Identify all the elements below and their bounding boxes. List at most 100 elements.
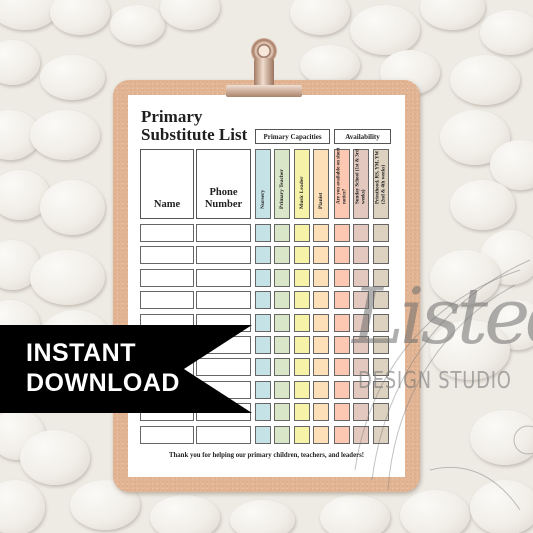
column-header-label: Music Leader [299,176,305,209]
checkbox-cell[interactable] [334,425,350,444]
checkbox-cell[interactable] [334,380,350,399]
checkbox-cell[interactable] [294,380,310,399]
checkbox-cell[interactable] [373,313,389,332]
checkbox-cell[interactable] [353,403,369,422]
pebble [450,180,515,230]
checkbox-cell[interactable] [353,268,369,287]
checkbox-cell[interactable] [274,313,290,332]
checkbox-cell[interactable] [373,224,389,242]
checkbox-cell[interactable] [294,403,310,422]
column-header-label: Nursery [260,189,266,209]
checkbox-cell[interactable] [334,268,350,287]
checkbox-cell[interactable] [373,246,389,265]
checkbox-cell[interactable] [255,246,271,265]
checkbox-cell[interactable] [255,268,271,287]
pebble [430,320,510,380]
checkbox-cell[interactable] [334,291,350,310]
checkbox-cell[interactable] [353,380,369,399]
checkbox-cell[interactable] [274,246,290,265]
checkbox-cell[interactable] [353,313,369,332]
checkbox-cell[interactable] [334,358,350,377]
column-header-label: Primary Teacher [279,169,285,209]
phone-input-cell[interactable] [196,224,251,242]
phone-input-cell[interactable] [196,425,251,444]
checkbox-cell[interactable] [255,336,271,354]
checkbox-cell[interactable] [334,336,350,354]
checkbox-cell[interactable] [313,336,329,354]
checkbox-cell[interactable] [373,425,389,444]
name-input-cell[interactable] [140,268,194,287]
checkbox-cell[interactable] [334,313,350,332]
checkbox-cell[interactable] [353,336,369,354]
checkbox-cell[interactable] [334,246,350,265]
checkbox-cell[interactable] [294,268,310,287]
checkbox-cell[interactable] [294,313,310,332]
checkbox-cell[interactable] [353,291,369,310]
name-input-cell[interactable] [140,246,194,265]
checkbox-cell[interactable] [373,358,389,377]
checkbox-cell[interactable] [353,224,369,242]
checkbox-cell[interactable] [313,268,329,287]
checkbox-cell[interactable] [255,224,271,242]
checkbox-cell[interactable] [294,224,310,242]
checkbox-cell[interactable] [274,336,290,354]
checkbox-cell[interactable] [313,380,329,399]
checkbox-cell[interactable] [353,246,369,265]
checkbox-cell[interactable] [274,268,290,287]
checkbox-cell[interactable] [373,291,389,310]
checkbox-cell[interactable] [294,291,310,310]
checkbox-cell[interactable] [353,425,369,444]
name-input-cell[interactable] [140,224,194,242]
phone-header-line-2: Number [204,199,243,210]
checkbox-cell[interactable] [334,403,350,422]
checkbox-cell[interactable] [373,336,389,354]
checkbox-cell[interactable] [373,403,389,422]
checkbox-cell[interactable] [274,224,290,242]
checkbox-cell[interactable] [294,425,310,444]
checkbox-cell[interactable] [294,336,310,354]
checkbox-cell[interactable] [255,291,271,310]
pebble [0,480,45,533]
checkbox-cell[interactable] [294,246,310,265]
checkbox-cell[interactable] [313,358,329,377]
checkbox-cell[interactable] [373,268,389,287]
checkbox-cell[interactable] [313,291,329,310]
pebble [470,480,533,533]
column-header-label: Pianist [318,192,324,209]
checkbox-cell[interactable] [255,425,271,444]
column-header: Pianist [313,149,329,219]
checkbox-cell[interactable] [255,313,271,332]
checkbox-cell[interactable] [294,358,310,377]
checkbox-cell[interactable] [313,313,329,332]
footer-note: Thank you for helping our primary childr… [168,452,365,459]
checkbox-cell[interactable] [313,403,329,422]
checkbox-cell[interactable] [313,246,329,265]
checkbox-cell[interactable] [274,358,290,377]
phone-input-cell[interactable] [196,246,251,265]
checkbox-cell[interactable] [373,380,389,399]
phone-input-cell[interactable] [196,268,251,287]
name-input-cell[interactable] [140,425,194,444]
checkbox-cell[interactable] [255,358,271,377]
phone-input-cell[interactable] [196,291,251,310]
pebble [150,495,220,533]
checkbox-cell[interactable] [313,224,329,242]
pebble [20,430,90,485]
phone-header: Phone Number [196,149,251,219]
name-input-cell[interactable] [140,291,194,310]
pebble [430,250,500,305]
pebble [320,495,390,533]
checkbox-cell[interactable] [334,224,350,242]
checkbox-cell[interactable] [274,425,290,444]
checkbox-cell[interactable] [274,380,290,399]
checkbox-cell[interactable] [255,380,271,399]
checkbox-cell[interactable] [274,403,290,422]
pebble [290,0,350,35]
checkbox-cell[interactable] [274,291,290,310]
phone-input-cell[interactable] [196,358,251,377]
pebble [160,0,220,30]
checkbox-cell[interactable] [353,358,369,377]
checkbox-cell[interactable] [255,403,271,422]
checkbox-cell[interactable] [313,425,329,444]
pebble [480,10,533,55]
